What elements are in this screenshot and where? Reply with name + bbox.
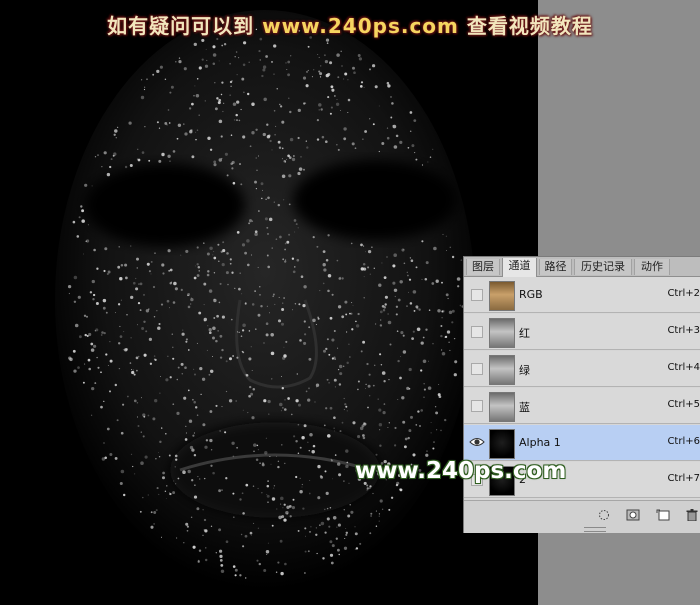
channel-shortcut: Ctrl+4 [667,362,700,373]
tab-paths[interactable]: 路径 [539,259,572,275]
channel-row[interactable]: Alpha 1 Ctrl+6 [464,425,700,461]
panel-resize-grip[interactable] [584,527,606,532]
load-selection-icon[interactable] [597,509,611,521]
channel-shortcut: Ctrl+3 [667,325,700,336]
trash-icon[interactable] [685,509,699,521]
visibility-eye-icon[interactable] [469,436,485,448]
channel-name: 红 [519,327,530,340]
channel-row[interactable]: RGB Ctrl+2 [464,277,700,313]
tab-layers[interactable]: 图层 [466,259,500,275]
channel-thumbnail [489,392,515,422]
channel-name: 绿 [519,364,530,377]
channel-thumbnail [489,355,515,385]
visibility-toggle[interactable] [471,400,483,412]
channel-shortcut: Ctrl+5 [667,399,700,410]
channel-name: Alpha 1 [519,436,561,449]
channel-shortcut: Ctrl+6 [667,436,700,447]
visibility-toggle[interactable] [471,289,483,301]
tab-channels[interactable]: 通道 [502,258,537,277]
tab-actions[interactable]: 动作 [634,259,670,275]
panel-bottom-bar [464,500,700,533]
visibility-toggle[interactable] [471,326,483,338]
channels-panel: 图层 通道 路径 历史记录 动作 RGB Ctrl+2 红 Ctrl+3 绿 Ctrl+4… [463,256,700,533]
alpha-channel-face-image [0,0,538,605]
tab-history[interactable]: 历史记录 [574,259,632,275]
panel-tab-bar: 图层 通道 路径 历史记录 动作 [464,257,700,277]
watermark-text: www.240ps.com [355,458,567,484]
visibility-toggle[interactable] [471,363,483,375]
banner-suffix: 查看视频教程 [466,14,593,38]
channel-name: RGB [519,288,543,301]
channel-row[interactable]: 红 Ctrl+3 [464,314,700,350]
banner-url: www.240ps.com [262,14,459,38]
channel-thumbnail [489,281,515,311]
save-selection-icon[interactable] [626,509,640,521]
channel-thumbnail [489,318,515,348]
channel-shortcut: Ctrl+7 [667,473,700,484]
channel-shortcut: Ctrl+2 [667,288,700,299]
tutorial-banner: 如有疑问可以到 www.240ps.com 查看视频教程 [0,10,700,39]
new-channel-icon[interactable] [656,509,670,521]
channel-row[interactable]: 蓝 Ctrl+5 [464,388,700,424]
channel-row[interactable]: 绿 Ctrl+4 [464,351,700,387]
channel-thumbnail [489,429,515,459]
document-canvas[interactable] [0,0,538,605]
banner-prefix: 如有疑问可以到 [107,14,255,38]
channel-name: 蓝 [519,401,530,414]
